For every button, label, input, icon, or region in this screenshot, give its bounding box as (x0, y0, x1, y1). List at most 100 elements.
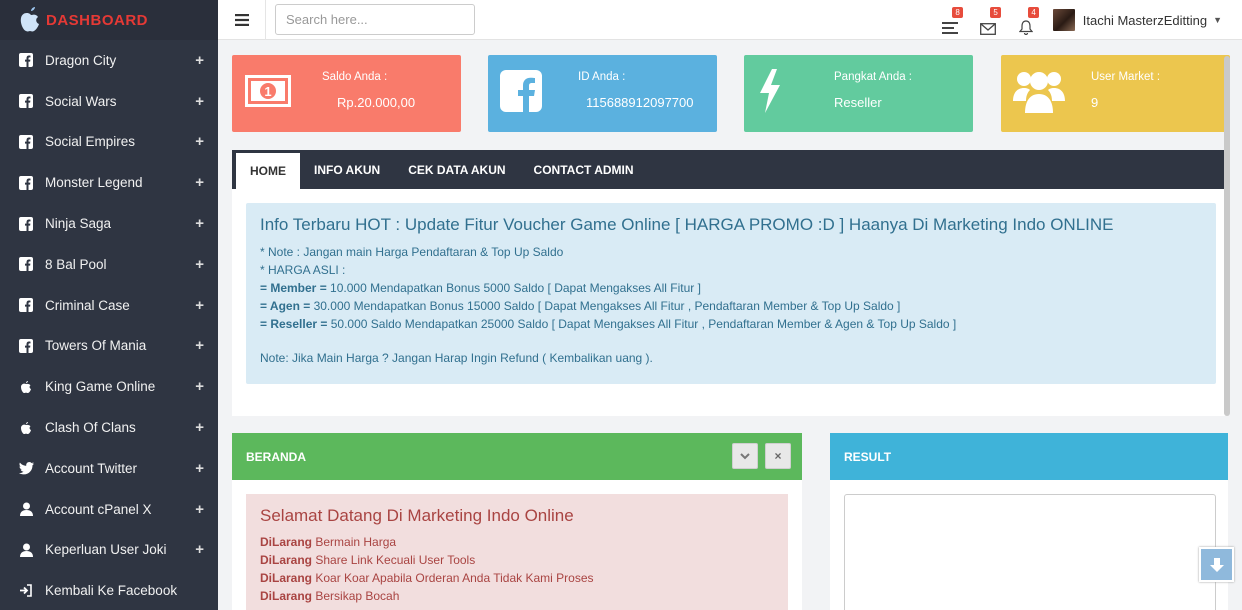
info-member: = Member = 10.000 Mendapatkan Bonus 5000… (260, 279, 1202, 297)
apple-icon (18, 420, 34, 436)
topbar: 8 5 4 Itachi MasterzEditting ▼ (218, 0, 1242, 40)
welcome-title: Selamat Datang Di Marketing Indo Online (260, 506, 574, 525)
user-icon (18, 501, 34, 517)
sidebar-item-label: King Game Online (45, 379, 156, 395)
info-agen: = Agen = 30.000 Mendapatkan Bonus 15000 … (260, 297, 1202, 315)
expand-icon[interactable]: + (195, 337, 204, 354)
search-input[interactable] (275, 4, 475, 35)
tasks-button[interactable]: 8 (935, 5, 965, 35)
sidebar-item-social-empires[interactable]: Social Empires + (0, 122, 218, 163)
avatar[interactable] (1052, 9, 1075, 31)
expand-icon[interactable]: + (195, 256, 204, 273)
rule-text: Koar Koar Apabila Orderan Anda Tidak Kam… (312, 571, 594, 585)
close-button[interactable]: × (765, 443, 791, 469)
sidebar: DASHBOARD Dragon City + Social Wars + So… (0, 0, 218, 610)
menu-toggle-button[interactable] (218, 0, 266, 40)
id-value: 115688912097700 (586, 95, 694, 110)
apple-logo-icon (20, 7, 39, 32)
lightning-icon (760, 69, 780, 113)
id-card: ID Anda : 115688912097700 (488, 55, 717, 132)
caret-down-icon[interactable]: ▼ (1213, 15, 1222, 25)
facebook-icon (18, 216, 34, 232)
page-scrollbar[interactable] (1224, 56, 1230, 416)
expand-icon[interactable]: + (195, 133, 204, 150)
expand-icon[interactable]: + (195, 460, 204, 477)
sidebar-item-label: Social Empires (45, 134, 136, 150)
member-label: = Member = (260, 281, 327, 295)
id-label: ID Anda : (578, 71, 626, 83)
sidebar-item-account-cpanel-x[interactable]: Account cPanel X + (0, 489, 218, 530)
sidebar-item-8-bal-pool[interactable]: 8 Bal Pool + (0, 244, 218, 285)
expand-icon[interactable]: + (195, 541, 204, 558)
agen-text: 30.000 Mendapatkan Bonus 15000 Saldo [ D… (310, 299, 901, 313)
agen-label: = Agen = (260, 299, 311, 313)
expand-icon[interactable]: + (195, 501, 204, 518)
tab-contact-admin[interactable]: CONTACT ADMIN (520, 150, 648, 189)
sidebar-item-kembali-ke-facebook[interactable]: Kembali Ke Facebook (0, 570, 218, 610)
expand-icon[interactable]: + (195, 378, 204, 395)
messages-button[interactable]: 5 (973, 5, 1003, 35)
sidebar-item-towers-of-mania[interactable]: Towers Of Mania + (0, 326, 218, 367)
facebook-icon (18, 297, 34, 313)
beranda-header: BERANDA × (232, 433, 802, 480)
sidebar-item-label: Kembali Ke Facebook (45, 583, 178, 599)
sidebar-item-label: Keperluan User Joki (45, 542, 167, 558)
users-icon (1013, 72, 1065, 113)
info-harga: * HARGA ASLI : (260, 263, 346, 277)
svg-text:1: 1 (264, 84, 271, 99)
notifications-button[interactable]: 4 (1011, 5, 1041, 35)
expand-icon[interactable]: + (195, 297, 204, 314)
user-icon (18, 542, 34, 558)
tab-cek-data-akun[interactable]: CEK DATA AKUN (394, 150, 519, 189)
brand[interactable]: DASHBOARD (0, 0, 218, 40)
facebook-icon (18, 338, 34, 354)
expand-icon[interactable]: + (195, 93, 204, 110)
sidebar-item-criminal-case[interactable]: Criminal Case + (0, 285, 218, 326)
result-output[interactable] (844, 494, 1216, 610)
home-tabs-panel: HOME INFO AKUN CEK DATA AKUN CONTACT ADM… (232, 150, 1228, 416)
facebook-icon (18, 134, 34, 150)
envelope-icon (979, 23, 996, 35)
facebook-icon (18, 93, 34, 109)
info-alert: Info Terbaru HOT : Update Fitur Voucher … (246, 203, 1216, 384)
sidebar-item-clash-of-clans[interactable]: Clash Of Clans + (0, 407, 218, 448)
rule-label: DiLarang (260, 589, 313, 603)
market-label: User Market : (1091, 71, 1161, 83)
sidebar-item-label: Monster Legend (45, 175, 143, 191)
result-panel: RESULT (830, 433, 1228, 610)
sidebar-item-dragon-city[interactable]: Dragon City + (0, 40, 218, 81)
expand-icon[interactable]: + (195, 215, 204, 232)
user-name[interactable]: Itachi MasterzEditting (1083, 13, 1207, 28)
saldo-card: 1 Saldo Anda : Rp.20.000,00 (232, 55, 461, 132)
rule-item: DiLarang Bermain Harga (260, 533, 774, 551)
expand-icon[interactable]: + (195, 52, 204, 69)
scroll-down-button[interactable] (1199, 547, 1234, 582)
expand-icon[interactable]: + (195, 174, 204, 191)
sidebar-item-ninja-saga[interactable]: Ninja Saga + (0, 203, 218, 244)
rule-text: Bersikap Bocah (312, 589, 400, 603)
tasks-badge: 8 (952, 7, 963, 18)
pangkat-label: Pangkat Anda : (834, 71, 913, 83)
sidebar-item-label: Towers Of Mania (45, 338, 147, 354)
sidebar-item-social-wars[interactable]: Social Wars + (0, 81, 218, 122)
expand-icon[interactable]: + (195, 419, 204, 436)
info-title: Info Terbaru HOT : Update Fitur Voucher … (260, 215, 1114, 234)
close-icon: × (774, 449, 782, 463)
bell-icon (1018, 20, 1033, 35)
collapse-button[interactable] (732, 443, 758, 469)
reseller-label: = Reseller = (260, 317, 328, 331)
tab-home[interactable]: HOME (236, 153, 300, 189)
sidebar-item-monster-legend[interactable]: Monster Legend + (0, 162, 218, 203)
tab-info-akun[interactable]: INFO AKUN (300, 150, 394, 189)
apple-icon (18, 379, 34, 395)
tasks-icon (941, 22, 958, 34)
sign-in-icon (18, 583, 34, 599)
sidebar-item-keperluan-user-joki[interactable]: Keperluan User Joki + (0, 530, 218, 571)
saldo-value: Rp.20.000,00 (337, 95, 416, 110)
sidebar-item-king-game-online[interactable]: King Game Online + (0, 366, 218, 407)
sidebar-item-account-twitter[interactable]: Account Twitter + (0, 448, 218, 489)
topbar-right: 8 5 4 Itachi MasterzEditting ▼ (927, 0, 1222, 40)
sidebar-item-label: Social Wars (45, 93, 117, 109)
rule-label: DiLarang (260, 535, 313, 549)
facebook-icon (500, 70, 542, 112)
